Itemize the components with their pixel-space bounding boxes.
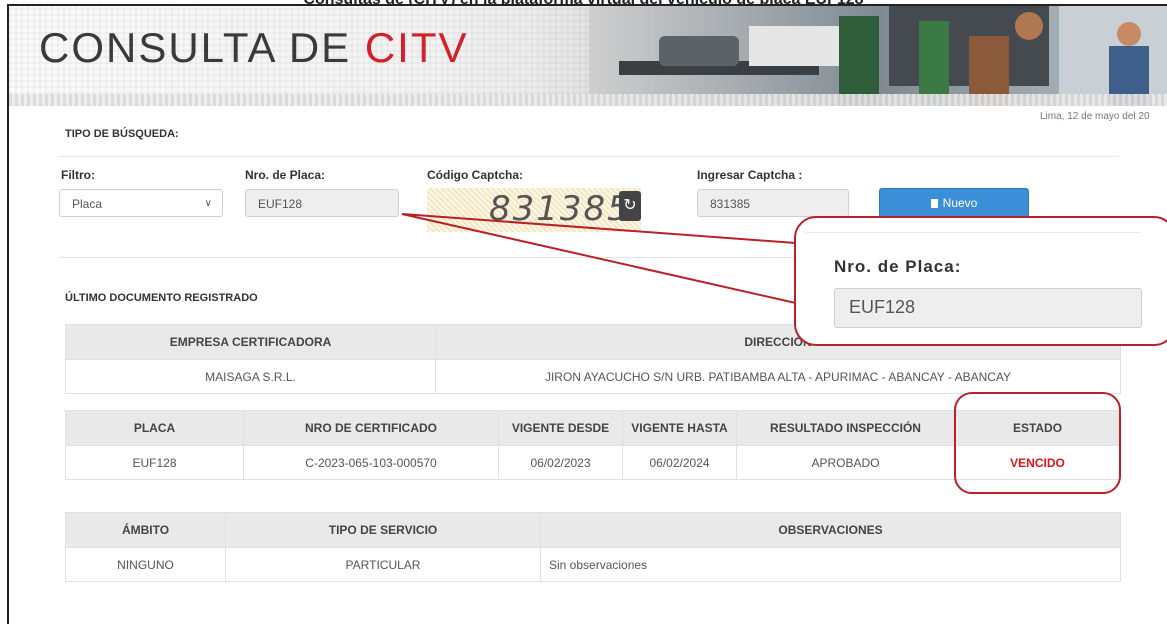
zoom-plate-input: EUF128: [834, 288, 1142, 328]
zoom-callout: Nro. de Placa: EUF128: [794, 216, 1167, 346]
divider: [806, 232, 1141, 233]
browser-page: CONSULTA DE CITV Lima, 12 de mayo del 20…: [7, 4, 1167, 624]
zoom-plate-label: Nro. de Placa:: [834, 257, 962, 276]
